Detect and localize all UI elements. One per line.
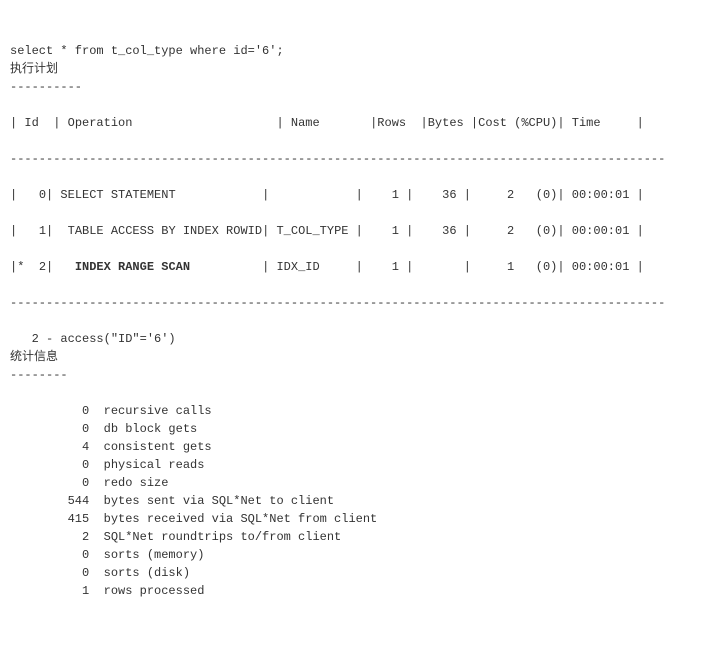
predicate-info: 2 - access("ID"='6')	[10, 332, 176, 346]
stats-block: 0 recursive calls 0 db block gets 4 cons…	[10, 404, 377, 598]
plan-rule-bottom: ----------------------------------------…	[10, 296, 665, 310]
stats-underline: --------	[10, 368, 68, 382]
col-name: Name	[291, 116, 320, 130]
stats-label: 统计信息	[10, 350, 58, 364]
plan-label: 执行计划	[10, 62, 58, 76]
col-op: Operation	[68, 116, 133, 130]
plan-row: | 0| SELECT STATEMENT | | 1 | 36 | 2 (0)…	[10, 188, 644, 202]
col-time: Time	[572, 116, 601, 130]
op-index-range-scan: INDEX RANGE SCAN	[53, 260, 262, 274]
sql-output: select * from t_col_type where id='6'; 执…	[10, 42, 704, 600]
plan-header: | Id | Operation | Name |Rows |Bytes |Co…	[10, 116, 644, 130]
plan-row: | 1| TABLE ACCESS BY INDEX ROWID| T_COL_…	[10, 224, 644, 238]
col-id: Id	[24, 116, 38, 130]
col-bytes: Bytes	[428, 116, 464, 130]
plan-row: |* 2| INDEX RANGE SCAN | IDX_ID | 1 | | …	[10, 260, 644, 274]
col-rows: Rows	[377, 116, 406, 130]
plan-underline: ----------	[10, 80, 82, 94]
col-cost: Cost (%CPU)	[478, 116, 557, 130]
sql-query: select * from t_col_type where id='6';	[10, 44, 284, 58]
plan-rule-top: ----------------------------------------…	[10, 152, 665, 166]
